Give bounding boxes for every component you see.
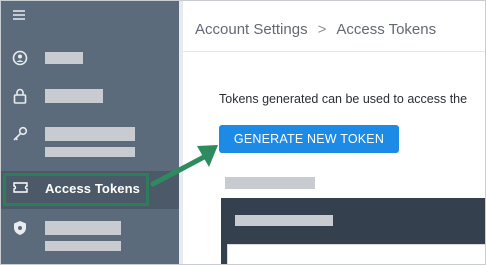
sidebar-item-label-redacted xyxy=(45,89,103,103)
table-header-redacted xyxy=(235,215,333,226)
breadcrumb: Account Settings > Access Tokens xyxy=(195,21,436,38)
breadcrumb-current: Access Tokens xyxy=(336,21,437,38)
sidebar-item-label-redacted xyxy=(45,241,121,251)
main-content: Account Settings > Access Tokens Tokens ge… xyxy=(183,1,485,264)
sidebar-item-label: Access Tokens xyxy=(45,181,140,196)
sidebar-item-label-redacted xyxy=(45,221,121,235)
lock-icon xyxy=(13,88,27,104)
sidebar-item-label-redacted xyxy=(45,127,135,141)
breadcrumb-separator: > xyxy=(317,21,327,38)
shield-icon xyxy=(14,221,26,235)
generate-token-button[interactable]: GENERATE NEW TOKEN xyxy=(219,125,399,153)
tokens-table xyxy=(221,198,485,264)
breadcrumb-parent[interactable]: Account Settings xyxy=(195,21,308,38)
section-label-redacted xyxy=(225,177,315,189)
tokens-description: Tokens generated can be used to access t… xyxy=(219,92,468,106)
sidebar: Access Tokens xyxy=(1,1,179,264)
sidebar-item-label-redacted xyxy=(45,147,135,157)
sidebar-item-label-redacted xyxy=(45,52,83,64)
table-body xyxy=(227,244,485,264)
hamburger-icon[interactable] xyxy=(13,9,27,21)
app-window: Access Tokens Account Settings > Access To… xyxy=(0,0,486,265)
user-circle-icon xyxy=(12,50,28,66)
header-divider xyxy=(183,51,485,52)
key-icon xyxy=(13,126,28,141)
token-icon xyxy=(13,182,28,193)
